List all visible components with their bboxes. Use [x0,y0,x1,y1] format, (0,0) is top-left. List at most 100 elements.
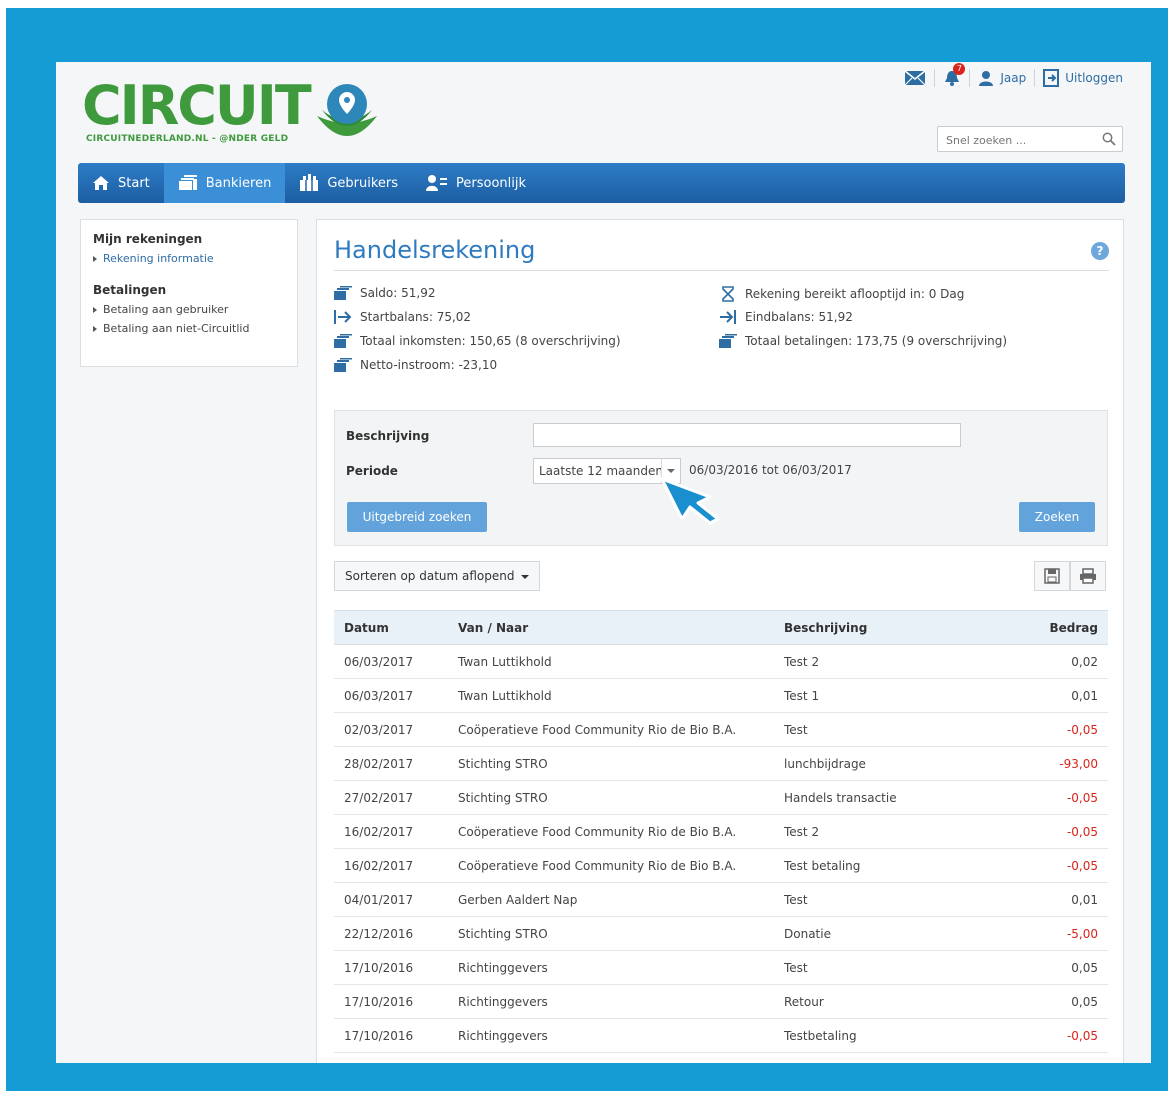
stat-inkomsten: Totaal inkomsten: 150,65 (8 overschrijvi… [334,334,621,348]
users-icon [300,174,319,191]
description-label: Beschrijving [346,429,430,443]
save-button[interactable] [1034,561,1070,591]
cell-description: Test 1 [774,678,995,713]
title-divider [334,270,1109,271]
table-row[interactable]: 27/02/2017 Stichting STRO Handels transact… [334,780,1108,815]
bank-icon [178,175,197,190]
divider [1034,69,1036,87]
sort-dropdown[interactable]: Sorteren op datum aflopend [334,561,540,591]
page: CIRCUIT CIRCUITNEDERLAND.NL - @NDER GELD… [56,62,1151,1063]
cell-date: 06/03/2017 [334,678,448,713]
caret-right-icon [93,325,97,332]
nav-item-label: Bankieren [205,175,272,191]
cell-date: 16/02/2017 [334,848,448,883]
logo[interactable]: CIRCUIT CIRCUITNEDERLAND.NL - @NDER GELD [82,76,402,156]
table-row[interactable]: 17/10/2016 Richtinggevers Retour 0,05 [334,984,1108,1019]
account-panel: Handelsrekening ? Saldo: 51,92 Startbala… [316,219,1124,1063]
main-nav: Start Bankieren Gebruikers Persoonlijk [78,163,1125,203]
sidebar-item-label: Betaling aan niet-Circuitlid [103,322,250,335]
cell-description: Test 2 [774,644,995,679]
table-row[interactable]: 17/10/2016 Richtinggevers Test 0,05 [334,950,1108,985]
cell-amount: -0,05 [994,814,1108,849]
cell-party: Twan Luttikhold [448,644,774,679]
column-header-description[interactable]: Beschrijving [774,610,995,645]
logout-icon [1043,69,1060,87]
description-input[interactable] [533,423,961,447]
print-button[interactable] [1070,561,1106,591]
sidebar: Mijn rekeningen Rekening informatie Beta… [80,219,298,367]
nav-item-start[interactable]: Start [78,163,164,203]
table-row[interactable]: 22/12/2016 Stichting STRO Donatie -5,00 [334,916,1108,951]
period-select-value: Laatste 12 maanden [539,464,663,478]
cell-party: Richtinggevers [448,984,774,1019]
printer-icon [1080,568,1096,584]
notifications-link[interactable]: 7 [943,63,966,87]
search-button[interactable]: Zoeken [1019,502,1095,532]
stat-aflooptijd: Rekening bereikt aflooptijd in: 0 Dag [719,286,964,302]
sidebar-item-label: Rekening informatie [103,252,214,265]
screenshot-frame: CIRCUIT CIRCUITNEDERLAND.NL - @NDER GELD… [6,8,1168,1091]
mouse-cursor-icon [660,477,720,525]
save-icon [1044,568,1060,584]
table-row[interactable]: 06/03/2017 Twan Luttikhold Test 2 0,02 [334,644,1108,679]
user-link[interactable]: Jaap [978,70,1026,86]
money-icon [334,358,352,372]
cell-party: Stichting STRO [448,746,774,781]
cell-date: 04/01/2017 [334,882,448,917]
nav-item-gebruikers[interactable]: Gebruikers [285,163,412,203]
logo-tagline: CIRCUITNEDERLAND.NL - @NDER GELD [86,134,289,144]
column-header-amount[interactable]: Bedrag [994,610,1108,645]
cell-description: lunchbijdrage [774,746,995,781]
cell-date: 17/10/2016 [334,950,448,985]
quick-search [937,126,1123,152]
nav-item-persoonlijk[interactable]: Persoonlijk [412,163,540,203]
table-row[interactable]: 17/10/2016 Richtinggevers Testbetaling -0,0… [334,1018,1108,1053]
cell-description: Test [774,950,995,985]
cell-amount: 0,01 [994,882,1108,917]
column-header-party[interactable]: Van / Naar [448,610,774,645]
sidebar-item-account-info[interactable]: Rekening informatie [93,252,285,265]
cell-party: Gerben Aaldert Nap [448,882,774,917]
nav-item-bankieren[interactable]: Bankieren [163,163,286,203]
sidebar-item-pay-user[interactable]: Betaling aan gebruiker [93,303,285,316]
cell-date: 17/10/2016 [334,1018,448,1053]
stat-startbalans-text: Startbalans: 75,02 [360,310,472,324]
table-row[interactable]: 16/02/2017 Coöperatieve Food Community Ri… [334,814,1108,849]
quick-search-input[interactable] [944,128,1098,152]
divider [934,69,936,87]
search-icon[interactable] [1102,132,1116,146]
cell-amount: -0,05 [994,1018,1108,1053]
period-label: Periode [346,464,398,478]
hourglass-icon [722,286,734,302]
logout-link[interactable]: Uitloggen [1043,69,1123,87]
stat-inkomsten-text: Totaal inkomsten: 150,65 (8 overschrijvi… [360,334,621,348]
profile-icon [426,175,448,191]
advanced-search-button[interactable]: Uitgebreid zoeken [347,502,487,532]
cell-description: Test 2 [774,814,995,849]
cell-party: Richtinggevers [448,1018,774,1053]
table-row[interactable]: 16/02/2017 Coöperatieve Food Community Ri… [334,848,1108,883]
table-row[interactable]: 02/03/2017 Coöperatieve Food Community Ri… [334,712,1108,747]
cell-amount: 0,01 [994,678,1108,713]
cell-date: 02/03/2017 [334,712,448,747]
sidebar-heading-payments: Betalingen [93,283,167,297]
sidebar-item-pay-non-member[interactable]: Betaling aan niet-Circuitlid [93,322,285,335]
table-row[interactable]: 28/02/2017 Stichting STRO lunchbijdrage -93… [334,746,1108,781]
cell-date: 22/12/2016 [334,916,448,951]
stat-netto-text: Netto-instroom: -23,10 [360,358,498,372]
cell-description: Test [774,882,995,917]
cell-party: Stichting STRO [448,916,774,951]
help-icon[interactable]: ? [1091,242,1109,260]
cell-description: Handels transactie [774,780,995,815]
cell-description: Test betaling [774,848,995,883]
messages-link[interactable] [904,70,926,86]
money-icon [334,334,352,348]
table-row[interactable]: 04/01/2017 Gerben Aaldert Nap Test 0,01 [334,882,1108,917]
period-select[interactable]: Laatste 12 maanden [533,458,681,484]
stat-netto: Netto-instroom: -23,10 [334,358,497,372]
cell-amount: 0,05 [994,950,1108,985]
column-header-date[interactable]: Datum [334,610,448,645]
stat-betalingen-text: Totaal betalingen: 173,75 (9 overschrijv… [745,334,1008,348]
table-row[interactable]: 06/03/2017 Twan Luttikhold Test 1 0,01 [334,678,1108,713]
stat-aflooptijd-text: Rekening bereikt aflooptijd in: 0 Dag [745,287,965,301]
